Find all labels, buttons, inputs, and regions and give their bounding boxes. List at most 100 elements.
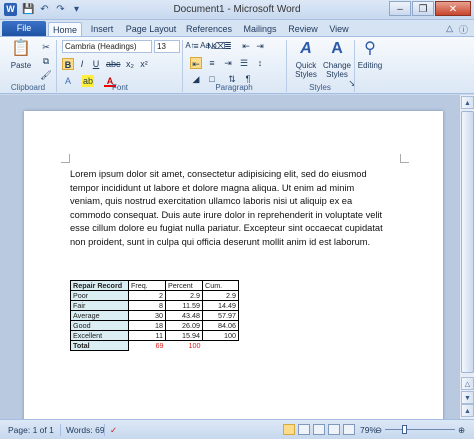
ruler-toggle-icon[interactable]: △ <box>461 377 474 390</box>
cut-icon[interactable]: ✂ <box>40 41 52 53</box>
line-spacing-icon[interactable]: ↕ <box>254 57 266 69</box>
table-row: Excellent 11 15.94 100 <box>70 330 239 341</box>
table-cell[interactable]: Poor <box>70 290 129 301</box>
paste-button[interactable]: 📋 Paste <box>4 39 38 70</box>
table-header-cell[interactable]: Repair Record <box>70 280 129 291</box>
table-cell[interactable]: 57.97 <box>202 310 239 321</box>
tab-home[interactable]: Home <box>48 22 82 36</box>
help-icon[interactable]: ⓘ <box>459 23 468 36</box>
change-styles-button[interactable]: A Change Styles <box>322 39 352 79</box>
table-cell[interactable]: 100 <box>166 341 203 351</box>
vertical-scrollbar[interactable]: ▲ △ ▼ ▲ <box>459 95 474 419</box>
font-name-box[interactable]: Cambria (Headings) <box>62 40 152 53</box>
decrease-indent-icon[interactable]: ⇤ <box>240 40 252 52</box>
underline-button[interactable]: U <box>90 58 102 70</box>
table-cell[interactable]: 15.94 <box>165 330 203 341</box>
editing-button[interactable]: ⚲ Editing <box>356 39 384 70</box>
separator <box>60 424 61 436</box>
zoom-out-icon[interactable]: ⊖ <box>375 425 382 436</box>
tab-references[interactable]: References <box>183 22 235 36</box>
draft-view-icon[interactable] <box>343 424 355 435</box>
table-cell[interactable]: 26.09 <box>165 320 203 331</box>
numbering-icon[interactable]: № <box>206 40 218 52</box>
scroll-down-icon[interactable]: ▼ <box>461 391 474 404</box>
crop-mark <box>61 154 70 163</box>
restore-button[interactable]: ❐ <box>412 1 434 16</box>
table-cell <box>203 341 239 351</box>
table-header-cell[interactable]: Cum. <box>202 280 239 291</box>
copy-icon[interactable]: ⧉ <box>40 55 52 67</box>
binoculars-icon: ⚲ <box>364 40 376 57</box>
scroll-thumb[interactable] <box>461 111 474 373</box>
print-layout-icon[interactable] <box>283 424 295 435</box>
word-count[interactable]: Words: 69 <box>66 425 105 435</box>
table-row: Good 18 26.09 84.06 <box>70 320 239 331</box>
ribbon-tabs: File Home Insert Page Layout References … <box>0 20 474 36</box>
table-cell[interactable]: 11.59 <box>165 300 203 311</box>
table-header-row: Repair Record Freq. Percent Cum. <box>70 280 239 291</box>
tab-insert[interactable]: Insert <box>86 22 118 36</box>
clipboard-icon: 📋 <box>11 40 31 57</box>
table-cell[interactable]: 18 <box>128 320 166 331</box>
minimize-ribbon-icon[interactable]: △ <box>446 23 453 36</box>
format-painter-icon[interactable]: 🖌 <box>40 69 52 81</box>
justify-icon[interactable]: ☰ <box>238 57 250 69</box>
table-cell[interactable]: 2 <box>128 290 166 301</box>
page-count[interactable]: Page: 1 of 1 <box>8 425 54 435</box>
body-paragraph[interactable]: Lorem ipsum dolor sit amet, consectetur … <box>70 168 385 249</box>
tab-review[interactable]: Review <box>285 22 321 36</box>
table-cell[interactable]: 84.06 <box>202 320 239 331</box>
table-row: Poor 2 2.9 2.9 <box>70 290 239 301</box>
multilevel-list-icon[interactable]: ≣ <box>222 40 234 52</box>
tab-view[interactable]: View <box>325 22 353 36</box>
table-header-cell[interactable]: Percent <box>165 280 203 291</box>
close-button[interactable]: ✕ <box>435 1 471 16</box>
table-cell[interactable]: 2.9 <box>165 290 203 301</box>
separator <box>286 40 287 92</box>
paragraph-group-label: Paragraph <box>215 83 253 92</box>
italic-button[interactable]: I <box>76 58 88 70</box>
table-cell[interactable]: 30 <box>128 310 166 321</box>
separator <box>56 40 57 92</box>
table-cell[interactable]: 43.48 <box>165 310 203 321</box>
bold-button[interactable]: B <box>62 58 74 70</box>
table-cell[interactable]: Total <box>70 340 129 351</box>
table-cell[interactable]: 100 <box>202 330 239 341</box>
table-cell[interactable]: Excellent <box>70 330 129 341</box>
align-center-icon[interactable]: ≡ <box>206 57 218 69</box>
scroll-up-icon[interactable]: ▲ <box>461 96 474 109</box>
proofing-icon[interactable]: ✓ <box>110 425 117 436</box>
zoom-in-icon[interactable]: ⊕ <box>458 425 465 436</box>
align-left-icon[interactable]: ⇤ <box>190 57 202 69</box>
tab-page-layout[interactable]: Page Layout <box>122 22 180 36</box>
align-right-icon[interactable]: ⇥ <box>222 57 234 69</box>
strikethrough-icon[interactable]: abc <box>106 58 121 70</box>
outline-view-icon[interactable] <box>328 424 340 435</box>
web-layout-icon[interactable] <box>313 424 325 435</box>
increase-indent-icon[interactable]: ⇥ <box>254 40 266 52</box>
separator <box>182 40 183 92</box>
table-cell[interactable]: 11 <box>128 330 166 341</box>
table-cell[interactable]: Good <box>70 320 129 331</box>
table-cell[interactable]: 14.49 <box>202 300 239 311</box>
prev-page-icon[interactable]: ▲ <box>461 404 474 417</box>
tab-mailings[interactable]: Mailings <box>238 22 282 36</box>
zoom-slider-thumb[interactable] <box>402 425 407 434</box>
table-cell[interactable]: Fair <box>70 300 129 311</box>
table-cell[interactable]: Average <box>70 310 129 321</box>
table-cell[interactable]: 2.9 <box>202 290 239 301</box>
table-cell[interactable]: 69 <box>129 341 166 351</box>
bullets-icon[interactable]: ≡ <box>190 40 202 52</box>
table-header-cell[interactable]: Freq. <box>128 280 166 291</box>
table-cell[interactable]: 8 <box>128 300 166 311</box>
tab-file[interactable]: File <box>2 21 46 36</box>
superscript-icon[interactable]: x² <box>138 58 150 70</box>
full-screen-reading-icon[interactable] <box>298 424 310 435</box>
quick-styles-button[interactable]: A Quick Styles <box>289 39 323 79</box>
document-page[interactable]: Lorem ipsum dolor sit amet, consectetur … <box>24 111 443 439</box>
repair-record-table[interactable]: Repair Record Freq. Percent Cum. Poor 2 … <box>70 280 239 351</box>
font-size-box[interactable]: 13 <box>154 40 180 53</box>
minimize-button[interactable]: – <box>389 1 411 16</box>
zoom-slider[interactable] <box>385 429 455 430</box>
subscript-icon[interactable]: x₂ <box>124 58 136 70</box>
